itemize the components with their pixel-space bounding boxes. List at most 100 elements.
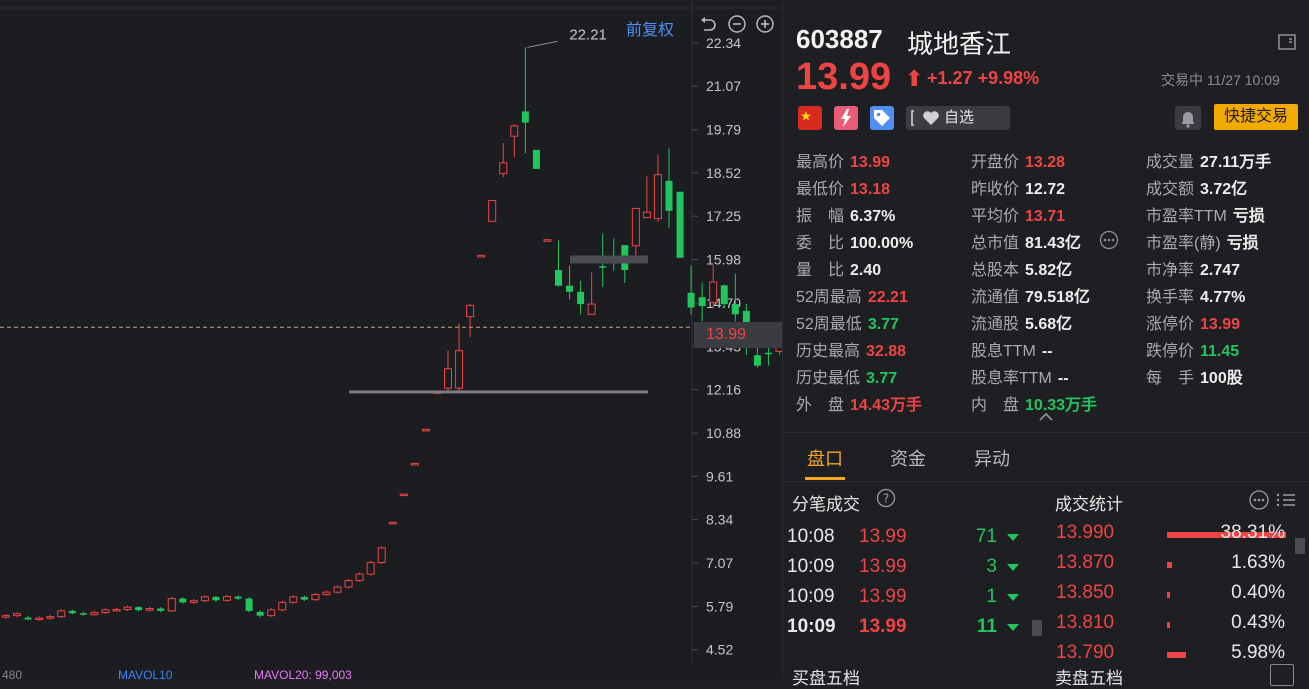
stat-label: 52周最高 xyxy=(796,289,862,306)
candle-body xyxy=(101,609,110,614)
list-view-icon[interactable] xyxy=(1275,490,1297,510)
stat-item: 跌停价 11.45 xyxy=(1146,337,1239,361)
more-options-icon[interactable] xyxy=(1099,230,1119,250)
candle-body xyxy=(157,608,165,611)
stat-value: 2.40 xyxy=(850,262,882,279)
stat-value: -- xyxy=(1057,370,1069,387)
add-watchlist-button[interactable]: 自选 xyxy=(914,106,1010,130)
stat-item: 成交额 3.72亿 xyxy=(1146,175,1247,199)
adjust-mode-link[interactable]: 前复权 xyxy=(626,16,674,40)
candle-body xyxy=(698,297,706,307)
candle-body xyxy=(311,594,320,601)
candle-body xyxy=(642,211,651,219)
candle-body xyxy=(709,281,718,303)
stat-value: 5.68亿 xyxy=(1025,316,1073,333)
distribution-bar xyxy=(1167,622,1170,628)
stat-item: 流通值 79.518亿 xyxy=(971,283,1090,307)
quote-panel: 603887 城地香江 13.99 ⬆ +1.27 +9.98% 交易中 11/… xyxy=(782,0,1309,688)
distribution-list[interactable]: 13.990 38.31% 13.870 1.63% 13.850 0.40% 13.810… xyxy=(1053,512,1309,658)
tick-price: 13.99 xyxy=(859,512,907,518)
distribution-row: 13.810 0.43% xyxy=(1053,612,1309,642)
help-icon[interactable]: ? xyxy=(876,488,896,508)
zoom-in-icon[interactable] xyxy=(755,14,775,34)
candle-body xyxy=(135,607,143,611)
tick-row: 10:08 13.99 11 xyxy=(783,512,1043,526)
stat-item: 最高价 13.99 xyxy=(796,148,890,172)
lightning-icon[interactable] xyxy=(834,106,858,130)
distribution-scrollbar[interactable] xyxy=(1295,538,1305,554)
tick-list[interactable]: 10:0813.991110:0813.997110:0913.993 10:09… xyxy=(783,512,1043,658)
stat-label: 委 比 xyxy=(796,235,845,252)
more-dots-icon[interactable] xyxy=(1248,490,1270,510)
candle-body xyxy=(2,615,10,618)
candle-body xyxy=(377,547,386,564)
stat-value: 5.82亿 xyxy=(1025,262,1073,279)
ticks-scrollbar[interactable] xyxy=(1032,620,1042,636)
candle-body xyxy=(57,610,66,618)
candle-body xyxy=(521,111,529,123)
tick-quantity: 3 xyxy=(986,556,997,577)
candle-body xyxy=(234,596,242,599)
tab-events[interactable]: 异动 xyxy=(974,445,1010,471)
stat-item: 股息TTM -- xyxy=(971,337,1053,361)
distribution-percent: 0.43% xyxy=(1231,612,1285,633)
stat-label: 换手率 xyxy=(1146,289,1195,306)
stat-label: 总市值 xyxy=(971,235,1020,252)
distribution-price: 13.990 xyxy=(1056,522,1115,543)
tab-orderbook[interactable]: 盘口 xyxy=(807,445,843,471)
sell-arrow-icon xyxy=(1007,534,1019,541)
stat-label: 总股本 xyxy=(971,262,1020,279)
zoom-out-icon[interactable] xyxy=(727,14,747,34)
stat-value: -- xyxy=(1041,343,1053,360)
stat-value: 3.72亿 xyxy=(1200,181,1248,198)
candle-body xyxy=(123,606,132,611)
candle-body xyxy=(300,596,308,600)
stat-item: 流通股 5.68亿 xyxy=(971,310,1072,334)
tick-price: 13.99 xyxy=(859,586,907,607)
panel-toggle-icon[interactable] xyxy=(1277,32,1297,52)
candle-body xyxy=(532,149,540,169)
sell-five-title: 卖盘五档 xyxy=(1055,669,1123,688)
stat-label: 成交量 xyxy=(1146,154,1195,171)
tick-price: 13.99 xyxy=(859,616,907,637)
tick-row: 10:09 13.99 11 xyxy=(783,616,1043,646)
stat-label: 历史最低 xyxy=(796,370,861,387)
stat-label: 市净率 xyxy=(1146,262,1195,279)
undo-icon[interactable] xyxy=(698,14,718,34)
stat-label: 52周最低 xyxy=(796,316,862,333)
stat-value: 81.43亿 xyxy=(1025,235,1082,252)
candle-body xyxy=(355,573,364,582)
stat-label: 流通值 xyxy=(971,289,1020,306)
alert-bell-button[interactable] xyxy=(1175,106,1201,130)
candlestick-chart[interactable]: 22.3421.0719.7918.5217.2515.9814.7013.43… xyxy=(0,0,782,678)
tick-row: 10:09 13.99 3 xyxy=(783,556,1043,586)
stat-label: 最低价 xyxy=(796,181,845,198)
sell-arrow-icon xyxy=(1007,594,1019,601)
stat-item: 52周最低 3.77 xyxy=(796,310,899,334)
stat-item: 股息率TTM -- xyxy=(971,364,1069,388)
stat-item: 外 盘 14.43万手 xyxy=(796,391,922,415)
candle-body xyxy=(555,270,562,286)
stat-value: 11.45 xyxy=(1200,343,1240,360)
candle-body xyxy=(566,285,574,292)
candle-body xyxy=(477,254,486,258)
candle-body xyxy=(466,304,475,318)
candle-body xyxy=(79,613,87,615)
candle-body xyxy=(223,596,231,601)
stat-value: 79.518亿 xyxy=(1025,289,1090,306)
tick-quantity: 71 xyxy=(975,526,997,547)
expand-icon[interactable] xyxy=(1270,664,1294,686)
quick-trade-button[interactable]: 快捷交易 xyxy=(1214,104,1298,130)
candle-body xyxy=(90,612,99,616)
tag-icon[interactable] xyxy=(870,106,894,130)
collapse-chevron-icon[interactable] xyxy=(1038,412,1054,422)
stat-label: 开盘价 xyxy=(971,154,1020,171)
tab-capital[interactable]: 资金 xyxy=(890,445,926,471)
candle-body xyxy=(245,598,253,611)
distribution-percent: 0.40% xyxy=(1231,582,1285,603)
tick-row: 10:08 13.99 71 xyxy=(783,526,1043,556)
price-axis-label: 22.34 xyxy=(706,35,741,51)
stat-label: 内 盘 xyxy=(971,397,1020,414)
buy-five-title: 买盘五档 xyxy=(792,669,860,688)
stat-label: 历史最高 xyxy=(796,343,861,360)
